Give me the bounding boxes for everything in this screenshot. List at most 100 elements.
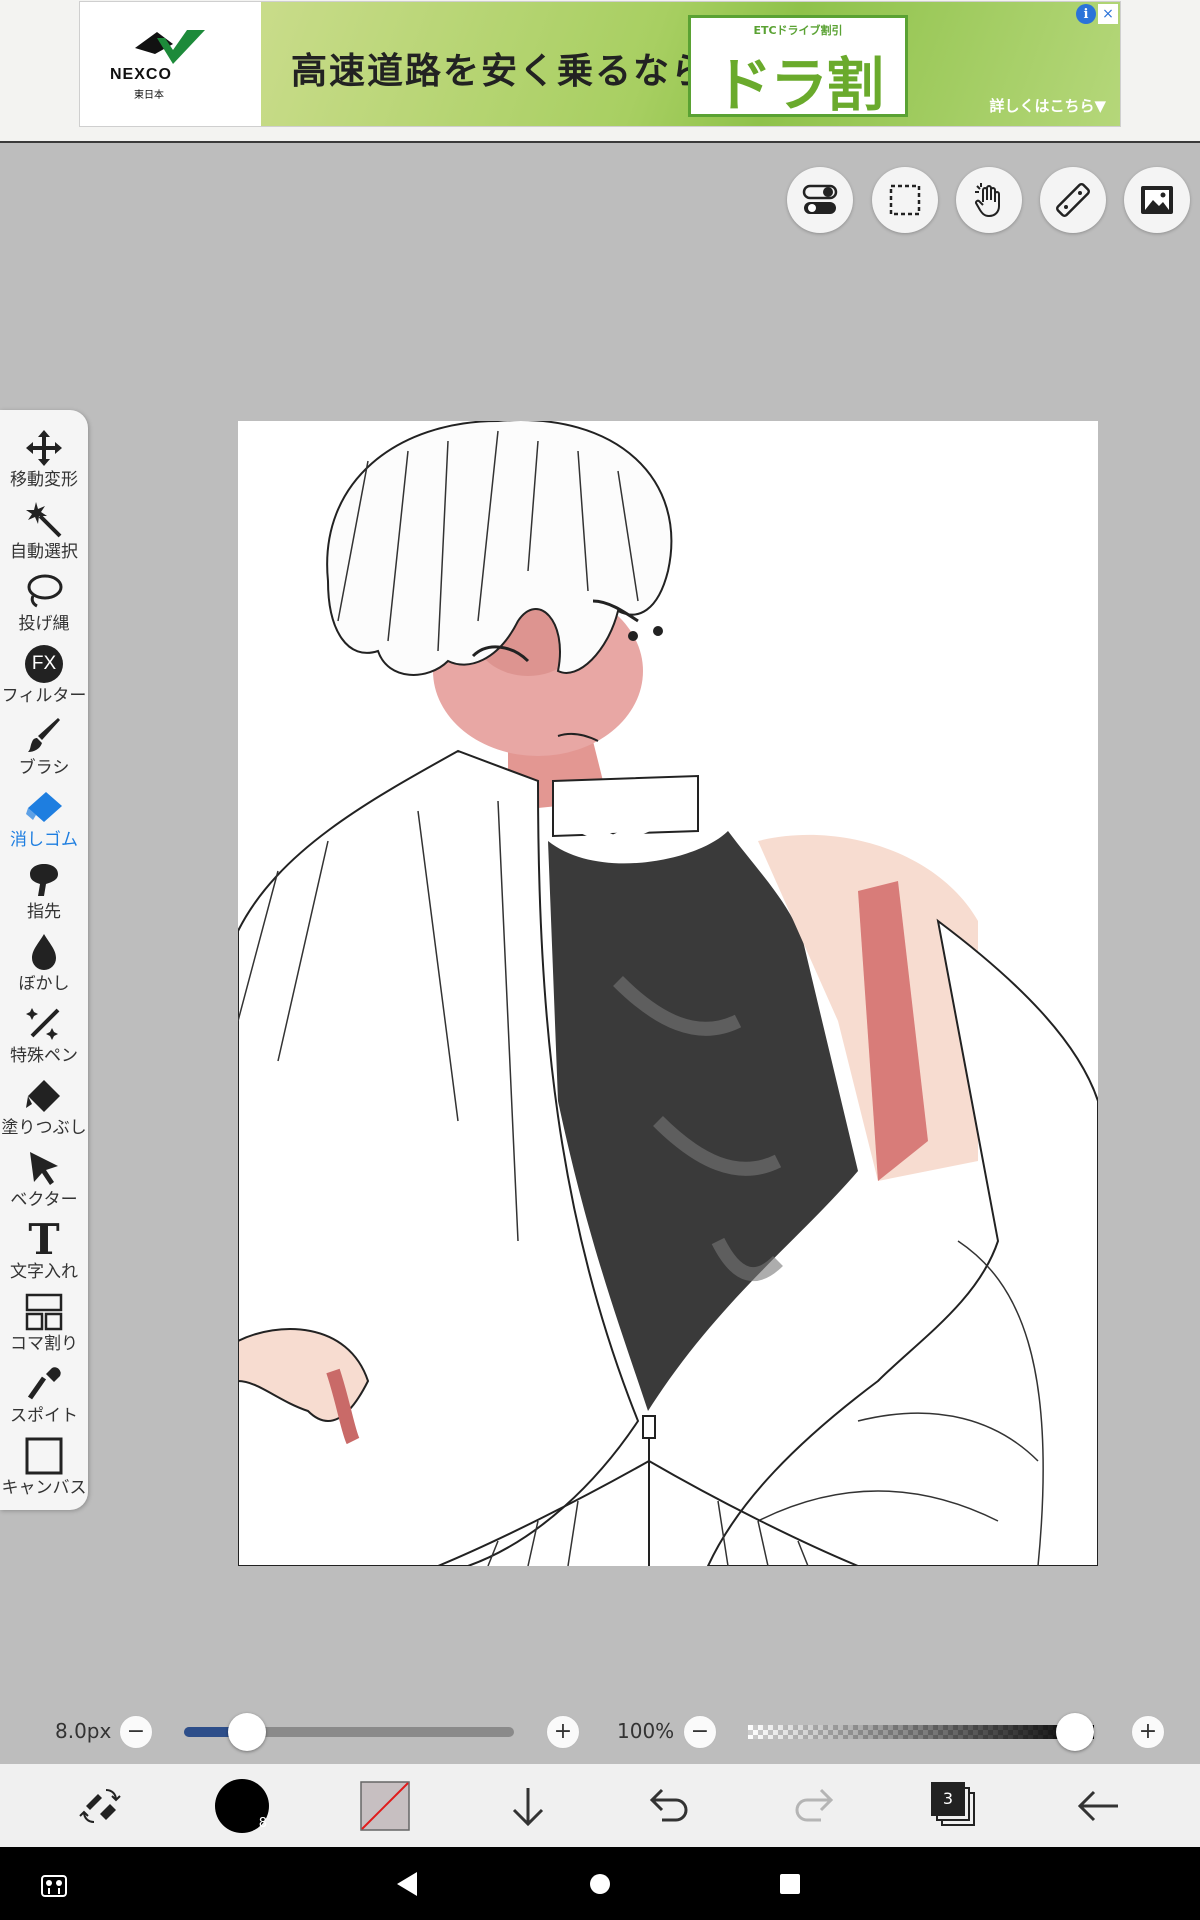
tool-label: スポイト <box>10 1406 78 1426</box>
tool-panel[interactable]: コマ割り <box>0 1288 88 1360</box>
swap-tool-button[interactable] <box>60 1764 140 1847</box>
magic-wand-icon <box>26 502 62 538</box>
material-button[interactable] <box>1124 167 1190 233</box>
ad-product-name: ドラ割 <box>713 51 884 119</box>
opacity-slider[interactable] <box>748 1713 1094 1751</box>
nav-recents-icon <box>780 1873 800 1894</box>
nexco-logo-icon <box>135 30 205 64</box>
ad-brand-sub: 東日本 <box>134 90 164 101</box>
special-pen-icon <box>26 1008 60 1040</box>
tool-eraser[interactable]: 消しゴム <box>0 784 88 856</box>
tool-auto-select[interactable]: 自動選択 <box>0 496 88 568</box>
ad-logo: NEXCO 東日本 <box>80 2 261 126</box>
arrow-down-icon <box>512 1787 544 1826</box>
selection-icon <box>889 184 921 216</box>
selection-button[interactable] <box>872 167 938 233</box>
tool-filter[interactable]: FX フィルター <box>0 640 88 712</box>
opacity-minus-button[interactable]: − <box>683 1715 717 1749</box>
system-nav-bar <box>0 1847 1200 1920</box>
tool-label: ブラシ <box>18 758 70 778</box>
redo-button[interactable] <box>773 1764 853 1847</box>
undo-button[interactable] <box>630 1764 710 1847</box>
tool-special-pen[interactable]: 特殊ペン <box>0 1000 88 1072</box>
tool-label: コマ割り <box>10 1334 78 1354</box>
tool-label: ぼかし <box>18 974 70 994</box>
brush-size-minus-button[interactable]: − <box>119 1715 153 1749</box>
ad-info-icon[interactable]: i <box>1076 4 1096 24</box>
system-back-button[interactable] <box>367 1847 447 1920</box>
brush-size-slider-knob[interactable] <box>227 1713 266 1751</box>
tool-move-transform[interactable]: 移動変形 <box>0 424 88 496</box>
ad-banner[interactable]: NEXCO 東日本 高速道路を安く乗るなら ETCドライブ割引 ドラ割 詳しくは… <box>79 1 1121 127</box>
ruler-button[interactable] <box>1040 167 1106 233</box>
toggle-button[interactable] <box>787 167 853 233</box>
tool-text[interactable]: T 文字入れ <box>0 1216 88 1288</box>
eyedropper-icon <box>27 1367 61 1400</box>
ad-brand: NEXCO <box>110 66 172 83</box>
tool-label: 特殊ペン <box>10 1046 78 1066</box>
brush-eraser-swap-icon <box>79 1788 121 1823</box>
nav-home-icon <box>590 1873 610 1894</box>
brush-size-preview-button[interactable]: 8 <box>202 1764 282 1847</box>
tool-blur[interactable]: ぼかし <box>0 928 88 1000</box>
ad-close-icon[interactable]: × <box>1098 4 1118 24</box>
accessibility-icon <box>41 1874 67 1897</box>
vector-icon <box>30 1152 58 1185</box>
ruler-icon <box>1056 183 1090 217</box>
lasso-icon <box>27 574 63 608</box>
tool-fill[interactable]: 塗りつぶし <box>0 1072 88 1144</box>
tool-palette: 移動変形 自動選択 投げ縄 FX フィルター ブラシ 消しゴム 指先 ぼかし 特… <box>0 410 88 1510</box>
back-button[interactable] <box>1058 1764 1138 1847</box>
text-icon: T <box>28 1215 60 1264</box>
tool-lasso[interactable]: 投げ縄 <box>0 568 88 640</box>
tool-label: 文字入れ <box>10 1262 78 1282</box>
fill-icon <box>26 1080 60 1112</box>
toggle-icon <box>802 184 838 214</box>
ad-product-box: ETCドライブ割引 ドラ割 <box>688 15 908 119</box>
brush-size-plus-button[interactable]: + <box>546 1715 580 1749</box>
tool-label: 移動変形 <box>10 470 78 490</box>
panel-icon <box>25 1293 63 1331</box>
hand-button[interactable] <box>956 167 1022 233</box>
download-layer-button[interactable] <box>488 1764 568 1847</box>
undo-icon <box>649 1788 688 1821</box>
drawing-canvas[interactable] <box>238 421 1098 1566</box>
system-home-button[interactable] <box>560 1847 640 1920</box>
tool-label: フィルター <box>1 686 87 706</box>
ad-body[interactable]: 高速道路を安く乗るなら ETCドライブ割引 ドラ割 詳しくはこちら▼ i × <box>261 2 1120 126</box>
tool-vector[interactable]: ベクター <box>0 1144 88 1216</box>
arrow-left-icon <box>1077 1790 1118 1821</box>
tool-brush[interactable]: ブラシ <box>0 712 88 784</box>
tool-label: 消しゴム <box>10 830 78 850</box>
blur-icon <box>32 934 56 970</box>
brush-size-slider[interactable] <box>184 1713 514 1751</box>
move-icon <box>26 430 62 466</box>
layers-button[interactable]: 3 <box>915 1764 995 1847</box>
tool-label: 自動選択 <box>10 542 78 562</box>
ad-more-link[interactable]: 詳しくはこちら▼ <box>989 95 1106 116</box>
ad-bar: NEXCO 東日本 高速道路を安く乗るなら ETCドライブ割引 ドラ割 詳しくは… <box>0 0 1200 143</box>
canvas-icon <box>25 1437 63 1475</box>
tool-label: 塗りつぶし <box>1 1118 87 1138</box>
tool-label: 指先 <box>27 902 61 922</box>
brush-size-value: 8.0px <box>55 1719 112 1743</box>
opacity-value: 100% <box>617 1719 675 1743</box>
tool-eyedropper[interactable]: スポイト <box>0 1360 88 1432</box>
artwork-illustration <box>238 421 1098 1566</box>
system-recents-button[interactable] <box>750 1847 830 1920</box>
system-accessibility-button[interactable] <box>14 1847 94 1920</box>
ad-headline: 高速道路を安く乗るなら <box>291 51 710 92</box>
tool-canvas[interactable]: キャンバス <box>0 1432 88 1504</box>
opacity-slider-knob[interactable] <box>1056 1713 1094 1751</box>
brush-preview-badge: 8 <box>258 1815 267 1831</box>
tool-finger[interactable]: 指先 <box>0 856 88 928</box>
slider-row: 8.0px − + 100% − + <box>0 1700 1200 1764</box>
tool-label: ベクター <box>10 1190 78 1210</box>
bottom-action-bar: 8 3 <box>0 1764 1200 1847</box>
layers-icon: 3 <box>931 1781 979 1830</box>
eraser-icon <box>26 792 62 822</box>
color-swatch-button[interactable] <box>345 1764 425 1847</box>
opacity-plus-button[interactable]: + <box>1131 1715 1165 1749</box>
fx-icon: FX <box>25 645 63 683</box>
hand-icon <box>975 183 1000 218</box>
